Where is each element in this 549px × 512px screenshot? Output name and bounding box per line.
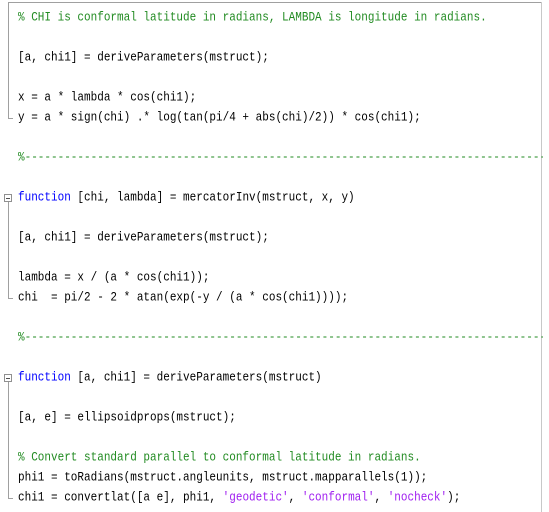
keyword-token: function [18,191,71,205]
code-token: x = a * lambda * cos(chi1); [18,91,197,105]
comment-token: %---------------------------------------… [18,151,543,165]
code-token: [a, chi1] = deriveParameters(mstruct) [70,371,322,385]
comment-token: % CHI is conformal latitude in radians, … [18,11,487,25]
code-token: [a, chi1] = deriveParameters(mstruct); [18,231,269,245]
code-token: lambda = x / (a * cos(chi1)); [18,271,210,285]
code-token: , [374,491,388,505]
string-token: 'nocheck' [387,491,448,505]
fold-guide [8,202,9,298]
fold-end-marker [8,118,13,119]
code-token: phi1 = toRadians(mstruct.angleunits, mst… [18,471,428,485]
fold-end-marker [8,498,13,499]
string-token: 'conformal' [301,491,375,505]
code-token: chi = pi/2 - 2 * atan(exp(-y / (a * cos(… [18,291,349,305]
code-token: [chi, lambda] = mercatorInv(mstruct, x, … [70,191,355,205]
editor-top-border [8,2,541,3]
code-token: y = a * sign(chi) .* log(tan(pi/4 + abs(… [18,111,421,125]
code-line[interactable]: chi1 = convertlat([a e], phi1, 'geodetic… [18,487,543,510]
fold-collapse-icon[interactable] [4,374,12,382]
fold-guide [8,382,9,498]
keyword-token: function [18,371,71,385]
fold-collapse-icon[interactable] [4,194,12,202]
comment-token: %---------------------------------------… [18,331,543,345]
string-token: 'geodetic' [222,491,289,505]
code-token: ); [447,491,461,505]
comment-token: % Convert standard parallel to conformal… [18,451,421,465]
code-token: [a, e] = ellipsoidprops(mstruct); [18,411,236,425]
code-token: chi1 = convertlat([a e], phi1, [18,491,223,505]
code-editor[interactable]: % CHI is conformal latitude in radians, … [0,0,549,512]
fold-guide [8,3,9,118]
code-token: [a, chi1] = deriveParameters(mstruct); [18,51,269,65]
fold-end-marker [8,298,13,299]
code-token: , [288,491,302,505]
